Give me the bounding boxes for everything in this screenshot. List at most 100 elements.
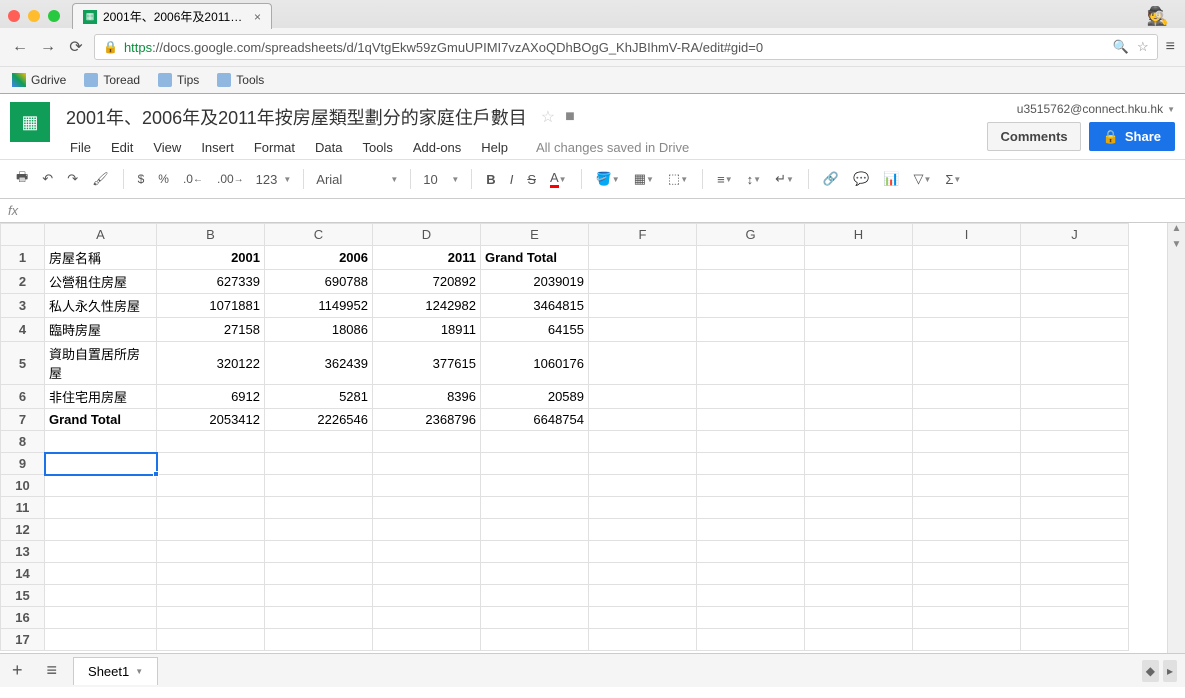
row-header-11[interactable]: 11 [1,497,45,519]
cell-G17[interactable] [697,629,805,651]
cell-J8[interactable] [1021,431,1129,453]
cell-J7[interactable] [1021,409,1129,431]
cell-D2[interactable]: 720892 [373,270,481,294]
cell-A3[interactable]: 私人永久性房屋 [45,294,157,318]
formula-input[interactable] [26,203,1177,218]
cell-H13[interactable] [805,541,913,563]
cell-E17[interactable] [481,629,589,651]
menu-file[interactable]: File [62,136,99,159]
cell-D9[interactable] [373,453,481,475]
cell-H3[interactable] [805,294,913,318]
link-icon[interactable]: 🔗 [817,167,845,191]
col-header-H[interactable]: H [805,224,913,246]
bookmark-gdrive[interactable]: Gdrive [12,73,66,87]
row-header-2[interactable]: 2 [1,270,45,294]
row-header-10[interactable]: 10 [1,475,45,497]
row-header-1[interactable]: 1 [1,246,45,270]
cell-C14[interactable] [265,563,373,585]
col-header-B[interactable]: B [157,224,265,246]
cell-F1[interactable] [589,246,697,270]
cell-I7[interactable] [913,409,1021,431]
minimize-window-icon[interactable] [28,10,40,22]
paint-format-icon[interactable]: 🖌 [86,167,115,191]
cell-D4[interactable]: 18911 [373,318,481,342]
cell-E3[interactable]: 3464815 [481,294,589,318]
bookmark-star-icon[interactable]: ☆ [1137,39,1149,55]
cell-A8[interactable] [45,431,157,453]
cell-I9[interactable] [913,453,1021,475]
cell-G9[interactable] [697,453,805,475]
cell-C5[interactable]: 362439 [265,342,373,385]
url-bar[interactable]: 🔒 https://docs.google.com/spreadsheets/d… [94,34,1158,60]
bold-icon[interactable]: B [480,168,501,191]
cell-J9[interactable] [1021,453,1129,475]
valign-icon[interactable]: ↕▼ [741,168,767,191]
bookmark-tips[interactable]: Tips [158,73,199,87]
cell-I4[interactable] [913,318,1021,342]
reload-button[interactable]: ⟳ [66,37,86,57]
cell-H1[interactable] [805,246,913,270]
cell-J16[interactable] [1021,607,1129,629]
bookmark-toread[interactable]: Toread [84,73,140,87]
cell-B16[interactable] [157,607,265,629]
italic-icon[interactable]: I [504,168,520,191]
row-header-9[interactable]: 9 [1,453,45,475]
col-header-G[interactable]: G [697,224,805,246]
cell-H14[interactable] [805,563,913,585]
cell-H8[interactable] [805,431,913,453]
selection-handle[interactable] [153,471,159,477]
menu-format[interactable]: Format [246,136,303,159]
chart-icon[interactable]: 📊 [877,167,905,191]
sheets-logo-icon[interactable]: ▦ [10,102,50,142]
strikethrough-icon[interactable]: S [521,168,542,191]
cell-E6[interactable]: 20589 [481,385,589,409]
cell-C3[interactable]: 1149952 [265,294,373,318]
cell-C13[interactable] [265,541,373,563]
cell-I8[interactable] [913,431,1021,453]
row-header-12[interactable]: 12 [1,519,45,541]
cell-E13[interactable] [481,541,589,563]
cell-H9[interactable] [805,453,913,475]
cell-D12[interactable] [373,519,481,541]
cell-G8[interactable] [697,431,805,453]
more-formats-button[interactable]: 123▼ [252,170,296,189]
cell-J17[interactable] [1021,629,1129,651]
star-icon[interactable]: ☆ [541,107,555,127]
cell-D13[interactable] [373,541,481,563]
cell-E5[interactable]: 1060176 [481,342,589,385]
cell-E16[interactable] [481,607,589,629]
cell-G3[interactable] [697,294,805,318]
cell-A10[interactable] [45,475,157,497]
maximize-window-icon[interactable] [48,10,60,22]
menu-help[interactable]: Help [473,136,516,159]
cell-I6[interactable] [913,385,1021,409]
wrap-icon[interactable]: ↵▼ [769,167,800,191]
cell-E4[interactable]: 64155 [481,318,589,342]
scroll-right-icon[interactable]: ▸ [1163,660,1177,682]
cell-F14[interactable] [589,563,697,585]
browser-menu-icon[interactable]: ≡ [1166,38,1175,56]
explore-icon[interactable]: ◆ [1142,660,1159,682]
cell-J2[interactable] [1021,270,1129,294]
comment-icon[interactable]: 💬 [847,167,875,191]
browser-tab[interactable]: ▦ 2001年、2006年及2011年按 × [72,3,272,29]
font-select[interactable]: Arial▼ [312,170,402,189]
cell-B13[interactable] [157,541,265,563]
cell-A11[interactable] [45,497,157,519]
cell-I16[interactable] [913,607,1021,629]
row-header-3[interactable]: 3 [1,294,45,318]
cell-G10[interactable] [697,475,805,497]
cell-G4[interactable] [697,318,805,342]
cell-I13[interactable] [913,541,1021,563]
cell-I1[interactable] [913,246,1021,270]
cell-H15[interactable] [805,585,913,607]
user-account[interactable]: u3515762@connect.hku.hk▼ [1017,102,1175,116]
cell-I11[interactable] [913,497,1021,519]
cell-B17[interactable] [157,629,265,651]
cell-A7[interactable]: Grand Total [45,409,157,431]
cell-D6[interactable]: 8396 [373,385,481,409]
cell-H10[interactable] [805,475,913,497]
add-sheet-button[interactable]: + [0,654,35,687]
cell-J1[interactable] [1021,246,1129,270]
cell-E10[interactable] [481,475,589,497]
